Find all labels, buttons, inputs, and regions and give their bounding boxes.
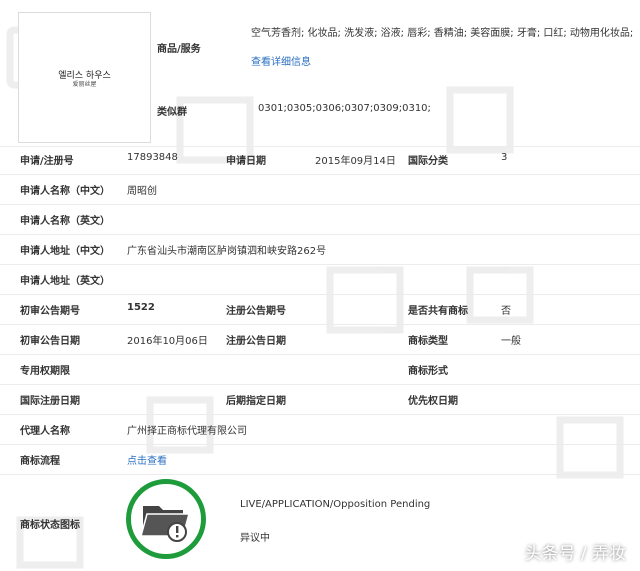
priority-date-label: 优先权日期 bbox=[408, 396, 458, 407]
flow-label: 商标流程 bbox=[20, 456, 60, 467]
status-text-cn: 异议中 bbox=[240, 533, 270, 544]
agent-label: 代理人名称 bbox=[20, 426, 70, 437]
intl-reg-date-label: 国际注册日期 bbox=[20, 396, 80, 407]
address-cn-label: 申请人地址（中文） bbox=[20, 246, 110, 257]
divider bbox=[0, 204, 640, 205]
intl-class-label: 国际分类 bbox=[408, 156, 448, 167]
tm-type-value: 一般 bbox=[501, 336, 521, 347]
divider bbox=[0, 474, 640, 475]
reg-notice-no-label: 注册公告期号 bbox=[226, 306, 286, 317]
shared-label: 是否共有商标 bbox=[408, 306, 468, 317]
status-icon-label: 商标状态图标 bbox=[20, 520, 80, 531]
divider bbox=[0, 146, 640, 147]
address-en-label: 申请人地址（英文） bbox=[20, 276, 110, 287]
flow-view-link[interactable]: 点击查看 bbox=[127, 452, 167, 467]
trademark-text-chinese: 爱丽丝屋 bbox=[72, 81, 97, 88]
divider bbox=[0, 264, 640, 265]
apply-date-label: 申请日期 bbox=[226, 156, 266, 167]
later-date-label: 后期指定日期 bbox=[226, 396, 286, 407]
goods-detail-link[interactable]: 查看详细信息 bbox=[251, 53, 311, 68]
divider bbox=[0, 234, 640, 235]
source-watermark: 头条号 / 弄妆 bbox=[524, 544, 626, 564]
prelim-no-label: 初审公告期号 bbox=[20, 306, 80, 317]
prelim-date-value: 2016年10月06日 bbox=[127, 336, 208, 347]
goods-value: 空气芳香剂; 化妆品; 洗发液; 浴液; 唇彩; 香精油; 美容面膜; 牙膏; … bbox=[251, 28, 634, 39]
divider bbox=[0, 324, 640, 325]
reg-no-value: 17893848 bbox=[127, 152, 178, 163]
agent-value: 广州择正商标代理有限公司 bbox=[127, 426, 247, 437]
prelim-no-value: 1522 bbox=[127, 302, 155, 313]
exclusive-period-label: 专用权期限 bbox=[20, 366, 70, 377]
reg-no-label: 申请/注册号 bbox=[20, 156, 74, 167]
goods-label: 商品/服务 bbox=[157, 44, 201, 55]
applicant-cn-label: 申请人名称（中文） bbox=[20, 186, 110, 197]
divider bbox=[0, 294, 640, 295]
tm-type-label: 商标类型 bbox=[408, 336, 448, 347]
applicant-en-label: 申请人名称（英文） bbox=[20, 216, 110, 227]
tm-form-label: 商标形式 bbox=[408, 366, 448, 377]
applicant-cn-value: 周昭创 bbox=[127, 186, 157, 197]
divider bbox=[0, 444, 640, 445]
trademark-image: 엘리스 하우스 爱丽丝屋 bbox=[18, 12, 151, 143]
address-cn-value: 广东省汕头市潮南区胪岗镇泗和峡安路262号 bbox=[127, 246, 327, 257]
divider bbox=[0, 384, 640, 385]
divider bbox=[0, 174, 640, 175]
shared-value: 否 bbox=[501, 306, 511, 317]
folder-alert-icon bbox=[140, 506, 190, 542]
intl-class-value: 3 bbox=[501, 152, 508, 163]
status-badge bbox=[126, 479, 206, 559]
divider bbox=[0, 414, 640, 415]
divider bbox=[0, 354, 640, 355]
status-text-en: LIVE/APPLICATION/Opposition Pending bbox=[240, 499, 431, 510]
similar-group-value: 0301;0305;0306;0307;0309;0310; bbox=[258, 103, 431, 114]
apply-date-value: 2015年09月14日 bbox=[315, 156, 396, 167]
reg-notice-date-label: 注册公告日期 bbox=[226, 336, 286, 347]
similar-group-label: 类似群 bbox=[157, 107, 187, 118]
prelim-date-label: 初审公告日期 bbox=[20, 336, 80, 347]
